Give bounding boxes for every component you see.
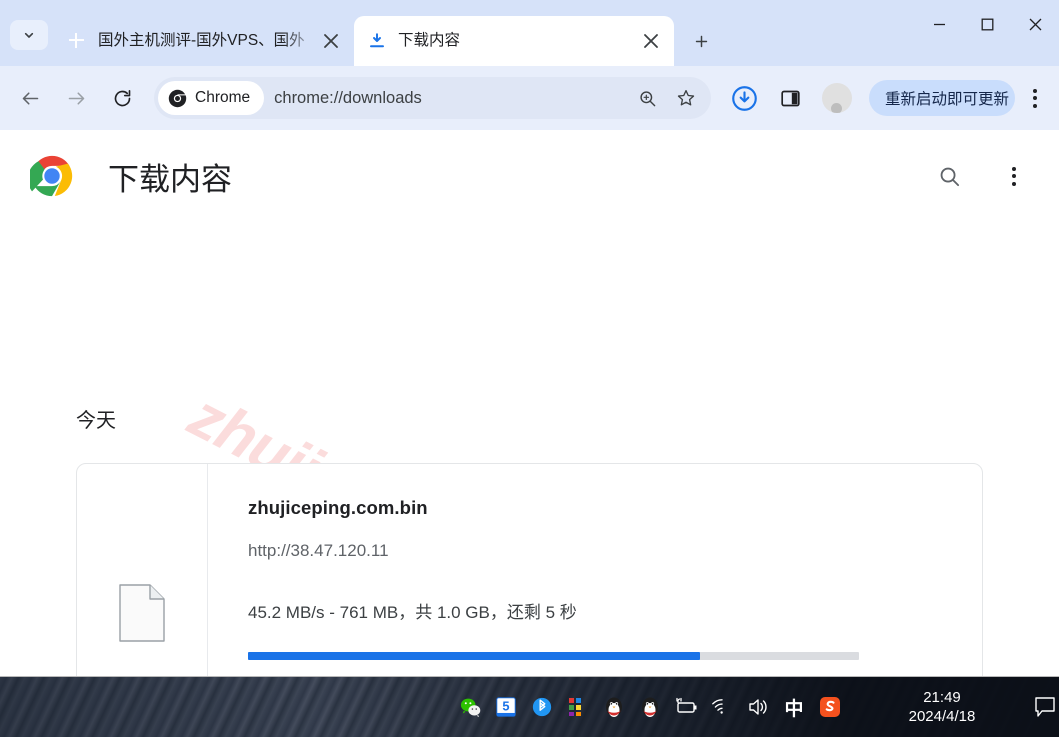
download-filename[interactable]: zhujiceping.com.bin [248,497,954,519]
ime-tray-icon[interactable]: 中 [776,685,812,729]
download-circle-icon [732,85,758,111]
zoom-in-icon[interactable] [631,81,665,115]
avatar-icon [821,83,852,113]
downloads-more-button[interactable] [991,156,1031,196]
windows-taskbar: 5 中 21:49 2024/4/18 [0,676,1059,737]
notification-icon [1035,697,1055,717]
browser-window: 国外主机测评-国外VPS、国外 下载内容 Chrome chrome://dow… [0,0,1059,737]
search-icon [940,167,959,186]
download-icon [368,32,386,50]
download-item-card[interactable]: zhujiceping.com.bin http://38.47.120.11 … [76,463,983,676]
downloads-page: 下载内容 zhujiceping.com 今天 [0,130,1059,676]
forward-button[interactable] [56,78,96,118]
reload-button[interactable] [102,78,142,118]
wps-tray-icon[interactable]: 5 [488,685,524,729]
wifi-tray-icon[interactable] [704,685,740,729]
new-tab-button[interactable] [684,24,718,58]
tab-title: 下载内容 [398,32,461,49]
close-icon [324,34,338,48]
download-progress-fill [248,652,701,660]
plus-icon [695,35,707,47]
downloads-section-label: 今天 [76,410,116,432]
downloads-button[interactable] [725,78,765,118]
page-title: 下载内容 [108,161,232,197]
chevron-down-icon [24,32,34,38]
close-icon [644,34,658,48]
browser-toolbar: Chrome chrome://downloads 重新启动即可更新 [0,66,1059,130]
window-controls [915,0,1059,48]
download-item-details: zhujiceping.com.bin http://38.47.120.11 … [208,464,982,676]
forward-arrow-icon [68,91,84,105]
browser-menu-button[interactable] [1021,83,1049,113]
downloads-page-header: 下载内容 [0,130,1059,222]
battery-tray-icon[interactable] [668,685,704,729]
kebab-menu-icon [1000,161,1028,191]
update-button[interactable]: 重新启动即可更新 [868,80,1015,116]
window-minimize-button[interactable] [915,4,963,44]
download-file-icon-column [77,464,208,676]
tab-search-button[interactable] [10,20,48,50]
generic-file-icon [119,583,165,642]
maximize-icon [981,18,993,30]
chrome-logo-icon [168,89,187,107]
volume-tray-icon[interactable] [740,685,776,729]
tab-website[interactable]: 国外主机测评-国外VPS、国外 [54,16,354,66]
qq-tray-icon-1[interactable] [596,685,632,729]
download-source-url: http://38.47.120.11 [248,541,389,560]
download-progress-bar [248,652,859,660]
svg-text:5: 5 [502,699,509,714]
tab-close-button[interactable] [638,28,664,54]
window-close-button[interactable] [1011,4,1059,44]
qq-tray-icon-2[interactable] [632,685,668,729]
tab-title: 国外主机测评-国外VPS、国外 [98,32,305,49]
wechat-tray-icon[interactable] [452,685,488,729]
window-maximize-button[interactable] [963,4,1011,44]
taskbar-clock[interactable]: 21:49 2024/4/18 [882,688,1002,727]
search-downloads-button[interactable] [929,156,969,196]
color-squares-tray-icon[interactable] [560,685,596,729]
minimize-icon [933,23,945,25]
bluetooth-tray-icon[interactable] [524,685,560,729]
seal-favicon-icon [68,32,86,50]
ime-tray-label: 中 [784,698,804,720]
system-tray: 5 中 21:49 2024/4/18 [452,677,1059,737]
download-status-text: 45.2 MB/s - 761 MB，共 1.0 GB，还剩 5 秒 [248,603,577,622]
side-panel-button[interactable] [771,78,811,118]
reload-icon [114,89,130,106]
tab-downloads[interactable]: 下载内容 [354,16,674,66]
update-button-label: 重新启动即可更新 [884,91,1009,108]
sogou-tray-icon[interactable] [812,685,848,729]
taskbar-time: 21:49 [923,688,961,706]
downloads-header-actions [929,156,1031,196]
side-panel-icon [781,90,801,106]
notification-center-button[interactable] [1028,685,1059,729]
close-icon [1029,18,1041,30]
chrome-chip[interactable]: Chrome [158,81,265,115]
bookmark-star-icon[interactable] [669,81,703,115]
back-button[interactable] [10,78,50,118]
chrome-logo-icon [27,154,74,198]
tab-strip: 国外主机测评-国外VPS、国外 下载内容 [0,0,1059,66]
profile-button[interactable] [817,78,857,118]
tab-close-button[interactable] [318,28,344,54]
address-bar[interactable]: Chrome chrome://downloads [154,77,711,119]
chrome-chip-label: Chrome [195,89,251,106]
taskbar-date: 2024/4/18 [908,708,976,725]
back-arrow-icon [22,91,38,105]
address-bar-text: chrome://downloads [274,88,422,107]
